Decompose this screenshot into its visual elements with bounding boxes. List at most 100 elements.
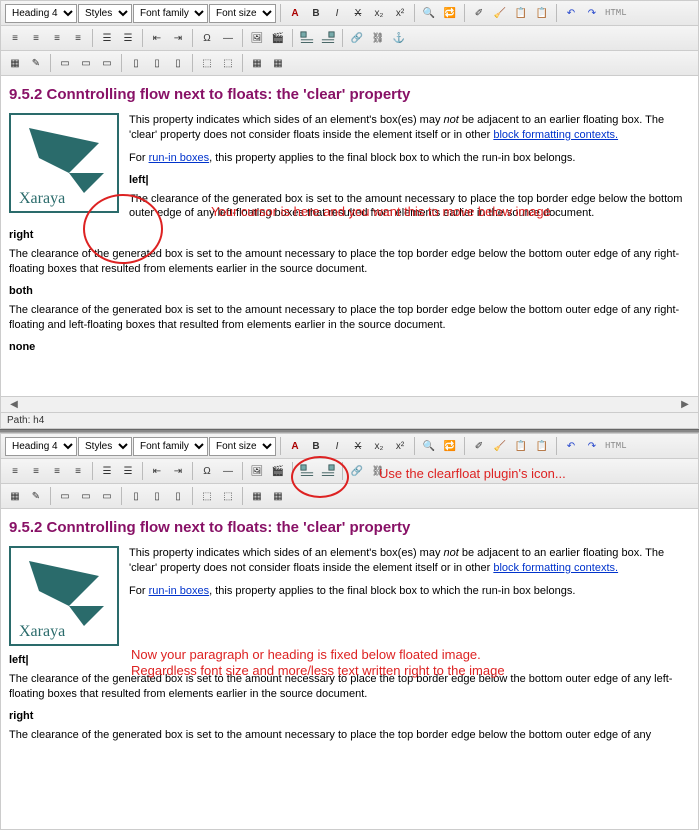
table-button[interactable]: ▦ [5, 53, 25, 73]
row-before-button[interactable]: ▭ [55, 53, 75, 73]
link-bfc[interactable]: block formatting contexts. [493, 129, 618, 141]
styles-select-b[interactable]: Styles [78, 437, 132, 456]
split-button-b[interactable]: ⬚ [218, 486, 238, 506]
scroll-left-icon[interactable]: ◀ [7, 399, 21, 410]
anchor-button[interactable]: ⚓ [389, 28, 409, 48]
row-props-button[interactable]: ▦ [268, 53, 288, 73]
col-after-button[interactable]: ▯ [147, 53, 167, 73]
replace-button-b[interactable]: 🔁 [440, 436, 460, 456]
align-center-button[interactable]: ≡ [26, 28, 46, 48]
charmap-button-b[interactable]: Ω [197, 461, 217, 481]
numlist-button-b[interactable]: ☰ [118, 461, 138, 481]
row-delete-button[interactable]: ▭ [97, 53, 117, 73]
editor-content[interactable]: 9.5.2 Conntrolling flow next to floats: … [1, 76, 698, 396]
align-left-button-b[interactable]: ≡ [5, 461, 25, 481]
find-button[interactable]: 🔍 [419, 3, 439, 23]
col-before-button-b[interactable]: ▯ [126, 486, 146, 506]
link-button[interactable]: 🔗 [347, 28, 367, 48]
align-justify-button[interactable]: ≡ [68, 28, 88, 48]
clearfloat-left-button-b[interactable] [297, 461, 317, 481]
find-button-b[interactable]: 🔍 [419, 436, 439, 456]
bold-button-b[interactable]: B [306, 436, 326, 456]
cell-props-button-b[interactable]: ▦ [247, 486, 267, 506]
link-bfc-b[interactable]: block formatting contexts. [493, 562, 618, 574]
media-button-b[interactable]: 🎬 [268, 461, 288, 481]
cleanup-button[interactable]: 🧹 [490, 3, 510, 23]
unlink-button-b[interactable]: ⛓ [368, 461, 388, 481]
edit-button[interactable]: ✎ [26, 53, 46, 73]
image-button-b[interactable]: 🖼 [247, 461, 267, 481]
edit-button-b[interactable]: ✎ [26, 486, 46, 506]
bullist-button[interactable]: ☰ [97, 28, 117, 48]
undo-button[interactable]: ↶ [561, 3, 581, 23]
align-left-button[interactable]: ≡ [5, 28, 25, 48]
col-delete-button[interactable]: ▯ [168, 53, 188, 73]
cell-props-button[interactable]: ▦ [247, 53, 267, 73]
paste-button-b[interactable]: 📋 [511, 436, 531, 456]
fontfamily-select[interactable]: Font family [133, 4, 208, 23]
sub-button-b[interactable]: x₂ [369, 436, 389, 456]
col-delete-button-b[interactable]: ▯ [168, 486, 188, 506]
editor-content-b[interactable]: 9.5.2 Conntrolling flow next to floats: … [1, 509, 698, 829]
forecolor-button[interactable]: A [285, 3, 305, 23]
format-select[interactable]: Heading 4 [5, 4, 77, 23]
paste-button[interactable]: 📋 [511, 3, 531, 23]
italic-button[interactable]: I [327, 3, 347, 23]
redo-button[interactable]: ↷ [582, 3, 602, 23]
html-button[interactable]: HTML [603, 8, 629, 18]
format-select-b[interactable]: Heading 4 [5, 437, 77, 456]
pastetext-button-b[interactable]: 📋 [532, 436, 552, 456]
numlist-button[interactable]: ☰ [118, 28, 138, 48]
undo-button-b[interactable]: ↶ [561, 436, 581, 456]
row-after-button[interactable]: ▭ [76, 53, 96, 73]
link-runin-b[interactable]: run-in boxes [149, 585, 210, 597]
row-after-button-b[interactable]: ▭ [76, 486, 96, 506]
link-runin[interactable]: run-in boxes [149, 152, 210, 164]
forecolor-button-b[interactable]: A [285, 436, 305, 456]
bold-button[interactable]: B [306, 3, 326, 23]
hr-button[interactable]: ― [218, 28, 238, 48]
hr-button-b[interactable]: ― [218, 461, 238, 481]
table-button-b[interactable]: ▦ [5, 486, 25, 506]
redo-button-b[interactable]: ↷ [582, 436, 602, 456]
bullist-button-b[interactable]: ☰ [97, 461, 117, 481]
strike-button-b[interactable]: X [348, 436, 368, 456]
align-center-button-b[interactable]: ≡ [26, 461, 46, 481]
unlink-button[interactable]: ⛓ [368, 28, 388, 48]
row-props-button-b[interactable]: ▦ [268, 486, 288, 506]
fontfamily-select-b[interactable]: Font family [133, 437, 208, 456]
html-button-b[interactable]: HTML [603, 441, 629, 451]
scroll-right-icon[interactable]: ▶ [678, 399, 692, 410]
pastetext-button[interactable]: 📋 [532, 3, 552, 23]
align-right-button-b[interactable]: ≡ [47, 461, 67, 481]
align-justify-button-b[interactable]: ≡ [68, 461, 88, 481]
media-button[interactable]: 🎬 [268, 28, 288, 48]
italic-button-b[interactable]: I [327, 436, 347, 456]
row-delete-button-b[interactable]: ▭ [97, 486, 117, 506]
fontsize-select-b[interactable]: Font size [209, 437, 276, 456]
charmap-button[interactable]: Ω [197, 28, 217, 48]
sub-button[interactable]: x₂ [369, 3, 389, 23]
cleanup-button-b[interactable]: 🧹 [490, 436, 510, 456]
merge-button-b[interactable]: ⬚ [197, 486, 217, 506]
fontsize-select[interactable]: Font size [209, 4, 276, 23]
sup-button-b[interactable]: x² [390, 436, 410, 456]
image-button[interactable]: 🖼 [247, 28, 267, 48]
row-before-button-b[interactable]: ▭ [55, 486, 75, 506]
removeformat-button[interactable]: ✐ [469, 3, 489, 23]
split-button[interactable]: ⬚ [218, 53, 238, 73]
removeformat-button-b[interactable]: ✐ [469, 436, 489, 456]
col-after-button-b[interactable]: ▯ [147, 486, 167, 506]
align-right-button[interactable]: ≡ [47, 28, 67, 48]
styles-select[interactable]: Styles [78, 4, 132, 23]
indent-button[interactable]: ⇥ [168, 28, 188, 48]
outdent-button[interactable]: ⇤ [147, 28, 167, 48]
replace-button[interactable]: 🔁 [440, 3, 460, 23]
clearfloat-right-button[interactable] [318, 28, 338, 48]
sup-button[interactable]: x² [390, 3, 410, 23]
link-button-b[interactable]: 🔗 [347, 461, 367, 481]
outdent-button-b[interactable]: ⇤ [147, 461, 167, 481]
indent-button-b[interactable]: ⇥ [168, 461, 188, 481]
merge-button[interactable]: ⬚ [197, 53, 217, 73]
clearfloat-right-button-b[interactable] [318, 461, 338, 481]
